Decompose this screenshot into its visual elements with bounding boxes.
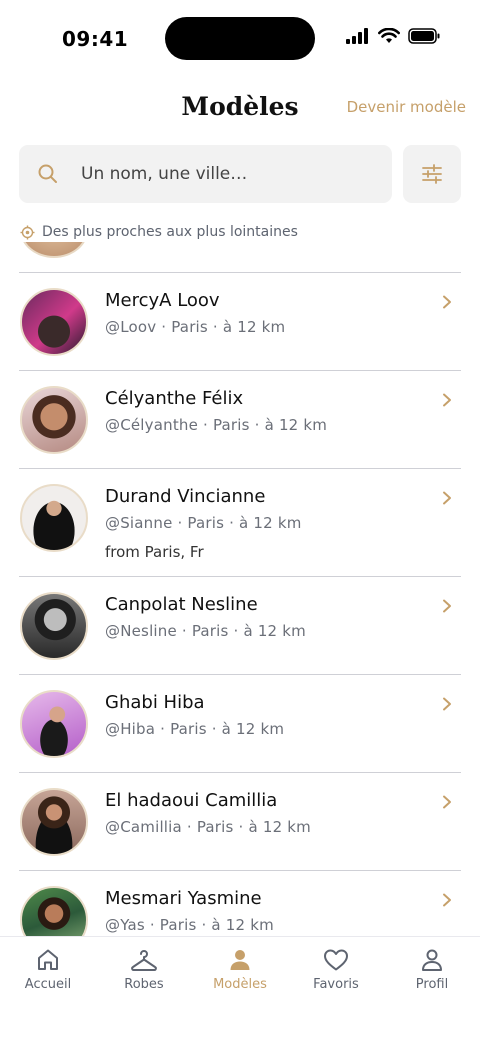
model-meta: @Hiba · Paris · à 12 km — [105, 720, 285, 738]
chevron-right-icon — [443, 491, 451, 505]
tab-accueil[interactable]: Accueil — [0, 947, 96, 992]
tab-label: Robes — [124, 977, 164, 992]
tab-label: Accueil — [24, 977, 72, 992]
model-name: El hadaoui Camillia — [105, 790, 278, 811]
model-row[interactable]: El hadaoui Camillia @Camillia · Paris · … — [0, 773, 480, 871]
tab-profil[interactable]: Profil — [384, 947, 480, 992]
model-row[interactable]: Ghabi Hiba @Hiba · Paris · à 12 km — [0, 675, 480, 773]
model-name: Célyanthe Félix — [105, 388, 244, 409]
tab-robes[interactable]: Robes — [96, 947, 192, 992]
avatar — [20, 386, 88, 454]
avatar — [20, 288, 88, 356]
model-meta: @Nesline · Paris · à 12 km — [105, 622, 306, 640]
sort-label: Des plus proches aux plus lointaines — [42, 224, 298, 240]
chevron-right-icon — [443, 295, 451, 309]
chevron-right-icon — [443, 795, 451, 809]
model-meta: @Sianne · Paris · à 12 km — [105, 514, 302, 532]
model-name: MercyA Loov — [105, 290, 220, 311]
become-model-link[interactable]: Devenir modèle — [347, 98, 466, 116]
tab-label: Favoris — [313, 977, 359, 992]
model-meta: @Yas · Paris · à 12 km — [105, 916, 274, 934]
person-icon — [230, 950, 250, 970]
status-bar: 09:41 — [0, 0, 480, 78]
model-name: Mesmari Yasmine — [105, 888, 262, 909]
chevron-right-icon — [443, 393, 451, 407]
hanger-icon — [131, 950, 157, 971]
model-row[interactable]: Durand Vincianne @Sianne · Paris · à 12 … — [0, 469, 480, 577]
avatar — [20, 788, 88, 856]
model-location-note: from Paris, Fr — [105, 543, 204, 561]
dynamic-island — [165, 17, 315, 60]
chevron-right-icon — [443, 697, 451, 711]
search-icon — [38, 164, 57, 183]
avatar-partial[interactable] — [20, 242, 88, 258]
model-name: Ghabi Hiba — [105, 692, 205, 713]
model-name: Durand Vincianne — [105, 486, 266, 507]
battery-icon — [408, 28, 440, 44]
search-input[interactable] — [81, 145, 381, 203]
profile-icon — [422, 949, 442, 971]
model-row[interactable]: Célyanthe Félix @Célyanthe · Paris · à 1… — [0, 371, 480, 469]
model-list[interactable]: MercyA Loov @Loov · Paris · à 12 km Cély… — [0, 242, 480, 936]
avatar — [20, 484, 88, 552]
sort-option[interactable]: Des plus proches aux plus lointaines — [20, 224, 298, 240]
search-box[interactable] — [19, 145, 392, 203]
model-name: Canpolat Nesline — [105, 594, 258, 615]
model-meta: @Loov · Paris · à 12 km — [105, 318, 286, 336]
location-target-icon — [20, 225, 35, 239]
header: Modèles Devenir modèle — [0, 78, 480, 138]
status-time: 09:41 — [62, 27, 129, 51]
avatar — [20, 690, 88, 758]
avatar — [20, 592, 88, 660]
wifi-icon — [378, 28, 400, 43]
heart-icon — [324, 949, 348, 971]
tab-bar: Accueil Robes Modèles Favoris Profil — [0, 936, 480, 1044]
tab-modeles[interactable]: Modèles — [192, 947, 288, 992]
avatar — [20, 886, 88, 936]
sliders-icon — [422, 164, 442, 184]
signal-icon — [346, 28, 368, 44]
tab-label: Modèles — [213, 977, 267, 992]
model-row[interactable]: Mesmari Yasmine @Yas · Paris · à 12 km — [0, 871, 480, 936]
chevron-right-icon — [443, 599, 451, 613]
tab-label: Profil — [415, 977, 449, 992]
model-meta: @Camillia · Paris · à 12 km — [105, 818, 311, 836]
model-meta: @Célyanthe · Paris · à 12 km — [105, 416, 328, 434]
model-row[interactable]: MercyA Loov @Loov · Paris · à 12 km — [0, 273, 480, 371]
tab-favoris[interactable]: Favoris — [288, 947, 384, 992]
model-row[interactable]: Canpolat Nesline @Nesline · Paris · à 12… — [0, 577, 480, 675]
chevron-right-icon — [443, 893, 451, 907]
status-icons — [346, 28, 440, 44]
filter-button[interactable] — [403, 145, 461, 203]
home-icon — [38, 949, 58, 970]
